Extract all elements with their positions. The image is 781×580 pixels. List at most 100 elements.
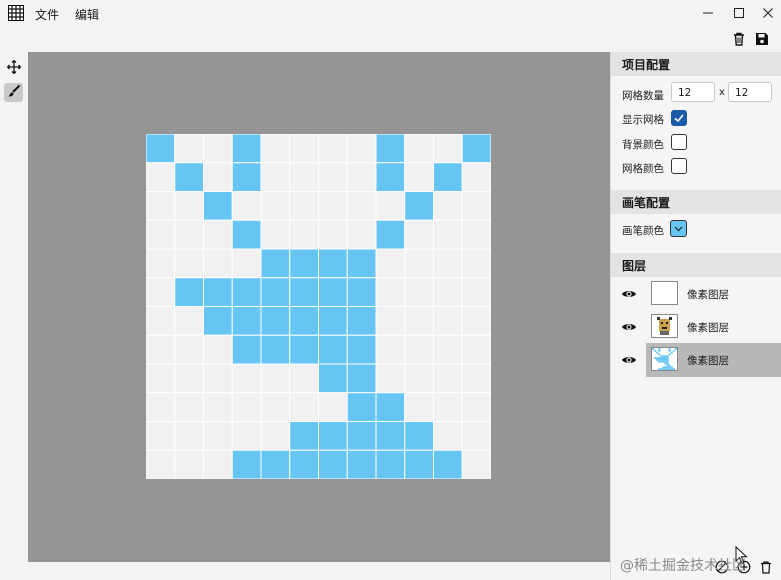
empty-pixel[interactable] [203,421,233,451]
filled-pixel[interactable] [231,334,262,365]
empty-pixel[interactable] [231,248,262,279]
empty-pixel[interactable] [146,162,176,192]
empty-pixel[interactable] [203,162,233,192]
eye-icon[interactable] [621,319,637,335]
empty-pixel[interactable] [318,392,348,422]
filled-pixel[interactable] [260,248,291,279]
filled-pixel[interactable] [231,449,262,479]
filled-pixel[interactable] [231,134,262,164]
empty-pixel[interactable] [346,162,377,192]
filled-pixel[interactable] [260,306,291,336]
filled-pixel[interactable] [260,449,291,479]
empty-pixel[interactable] [318,219,348,250]
empty-pixel[interactable] [433,421,463,451]
empty-pixel[interactable] [260,363,291,394]
empty-pixel[interactable] [146,421,176,451]
empty-pixel[interactable] [404,162,434,192]
filled-pixel[interactable] [289,334,319,365]
empty-pixel[interactable] [203,134,233,164]
grid-rows-input[interactable]: 12 [728,82,772,102]
empty-pixel[interactable] [260,421,291,451]
trash-icon[interactable] [759,560,773,574]
empty-pixel[interactable] [404,392,434,422]
empty-pixel[interactable] [146,334,176,365]
filled-pixel[interactable] [375,162,406,192]
empty-pixel[interactable] [375,363,406,394]
empty-pixel[interactable] [174,421,204,451]
empty-pixel[interactable] [404,134,434,164]
empty-pixel[interactable] [146,277,176,307]
empty-pixel[interactable] [289,392,319,422]
empty-pixel[interactable] [461,248,491,279]
grid-cols-input[interactable]: 12 [671,82,715,102]
empty-pixel[interactable] [433,277,463,307]
empty-pixel[interactable] [260,134,291,164]
empty-pixel[interactable] [260,392,291,422]
empty-pixel[interactable] [146,449,176,479]
empty-pixel[interactable] [174,306,204,336]
empty-pixel[interactable] [404,363,434,394]
filled-pixel[interactable] [318,248,348,279]
empty-pixel[interactable] [461,162,491,192]
filled-pixel[interactable] [289,421,319,451]
empty-pixel[interactable] [289,219,319,250]
empty-pixel[interactable] [461,363,491,394]
empty-pixel[interactable] [231,191,262,221]
filled-pixel[interactable] [289,306,319,336]
empty-pixel[interactable] [260,219,291,250]
empty-pixel[interactable] [404,334,434,365]
empty-pixel[interactable] [346,219,377,250]
layer-item[interactable]: 像素图层 [611,310,781,344]
filled-pixel[interactable] [260,277,291,307]
empty-pixel[interactable] [461,306,491,336]
filled-pixel[interactable] [318,449,348,479]
move-tool-button[interactable] [4,59,23,78]
save-icon[interactable] [754,31,770,47]
layer-item[interactable]: 像素图层 [611,277,781,311]
menu-file[interactable]: 文件 [35,6,59,23]
filled-pixel[interactable] [346,363,377,394]
filled-pixel[interactable] [318,277,348,307]
filled-pixel[interactable] [375,421,406,451]
empty-pixel[interactable] [404,219,434,250]
empty-pixel[interactable] [203,248,233,279]
empty-pixel[interactable] [375,277,406,307]
filled-pixel[interactable] [346,277,377,307]
filled-pixel[interactable] [318,421,348,451]
empty-pixel[interactable] [375,334,406,365]
filled-pixel[interactable] [346,449,377,479]
pixel-canvas[interactable] [146,134,491,479]
empty-pixel[interactable] [231,421,262,451]
layer-item-selected[interactable]: 像素图层 [611,343,781,377]
empty-pixel[interactable] [461,449,491,479]
filled-pixel[interactable] [146,134,176,164]
brush-color-picker[interactable] [670,220,687,237]
empty-pixel[interactable] [318,134,348,164]
empty-pixel[interactable] [461,277,491,307]
empty-pixel[interactable] [404,248,434,279]
empty-pixel[interactable] [433,363,463,394]
filled-pixel[interactable] [203,191,233,221]
filled-pixel[interactable] [375,219,406,250]
empty-pixel[interactable] [174,248,204,279]
filled-pixel[interactable] [289,277,319,307]
filled-pixel[interactable] [404,421,434,451]
empty-pixel[interactable] [174,392,204,422]
filled-pixel[interactable] [231,277,262,307]
empty-pixel[interactable] [289,363,319,394]
filled-pixel[interactable] [404,449,434,479]
empty-pixel[interactable] [203,334,233,365]
empty-pixel[interactable] [375,191,406,221]
filled-pixel[interactable] [375,134,406,164]
empty-pixel[interactable] [203,392,233,422]
empty-pixel[interactable] [174,134,204,164]
empty-pixel[interactable] [433,392,463,422]
filled-pixel[interactable] [318,306,348,336]
empty-pixel[interactable] [146,191,176,221]
empty-pixel[interactable] [289,191,319,221]
empty-pixel[interactable] [231,363,262,394]
filled-pixel[interactable] [375,392,406,422]
trash-icon[interactable] [731,31,747,47]
filled-pixel[interactable] [346,334,377,365]
filled-pixel[interactable] [346,421,377,451]
